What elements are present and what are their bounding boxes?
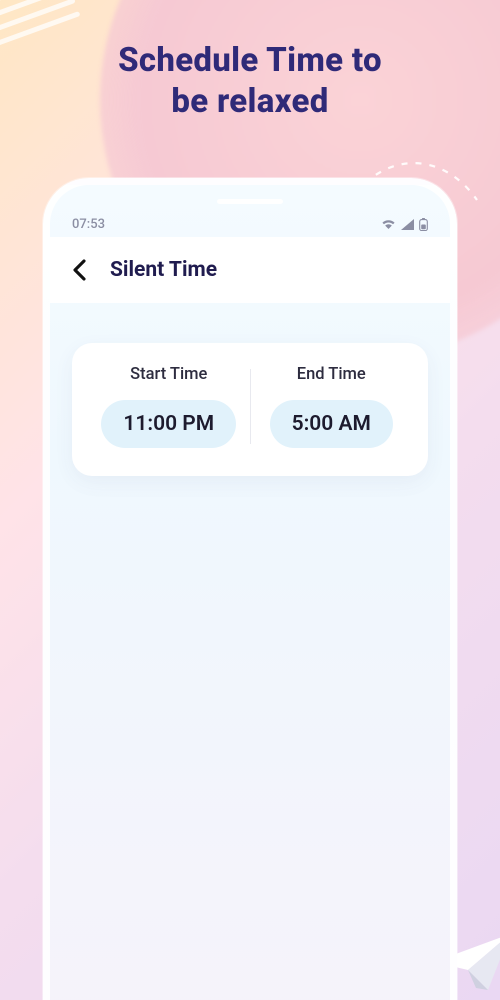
content-area: Start Time 11:00 PM End Time 5:00 AM: [50, 303, 450, 1000]
app-header: Silent Time: [50, 237, 450, 303]
silent-time-card: Start Time 11:00 PM End Time 5:00 AM: [72, 343, 428, 476]
status-icons: [381, 218, 428, 231]
start-time-label: Start Time: [130, 365, 207, 384]
battery-icon: [419, 218, 428, 231]
signal-icon: [401, 219, 414, 230]
end-time-label: End Time: [297, 365, 366, 384]
status-bar: 07:53: [50, 213, 450, 235]
phone-frame: 07:53 Silent Time Start Time 11:00 PM En…: [43, 178, 457, 1000]
headline-line1: Schedule Time to: [118, 41, 382, 80]
wifi-icon: [381, 218, 396, 230]
page-title: Silent Time: [110, 258, 217, 282]
back-button[interactable]: [64, 250, 94, 290]
phone-notch: [217, 199, 283, 204]
headline-line2: be relaxed: [171, 82, 328, 121]
end-time-picker[interactable]: 5:00 AM: [270, 400, 393, 448]
end-time-column: End Time 5:00 AM: [251, 365, 413, 448]
promo-headline: Schedule Time to be relaxed: [0, 40, 500, 123]
status-time: 07:53: [72, 217, 105, 232]
start-time-picker[interactable]: 11:00 PM: [101, 400, 236, 448]
chevron-left-icon: [72, 259, 87, 281]
start-time-column: Start Time 11:00 PM: [88, 365, 250, 448]
